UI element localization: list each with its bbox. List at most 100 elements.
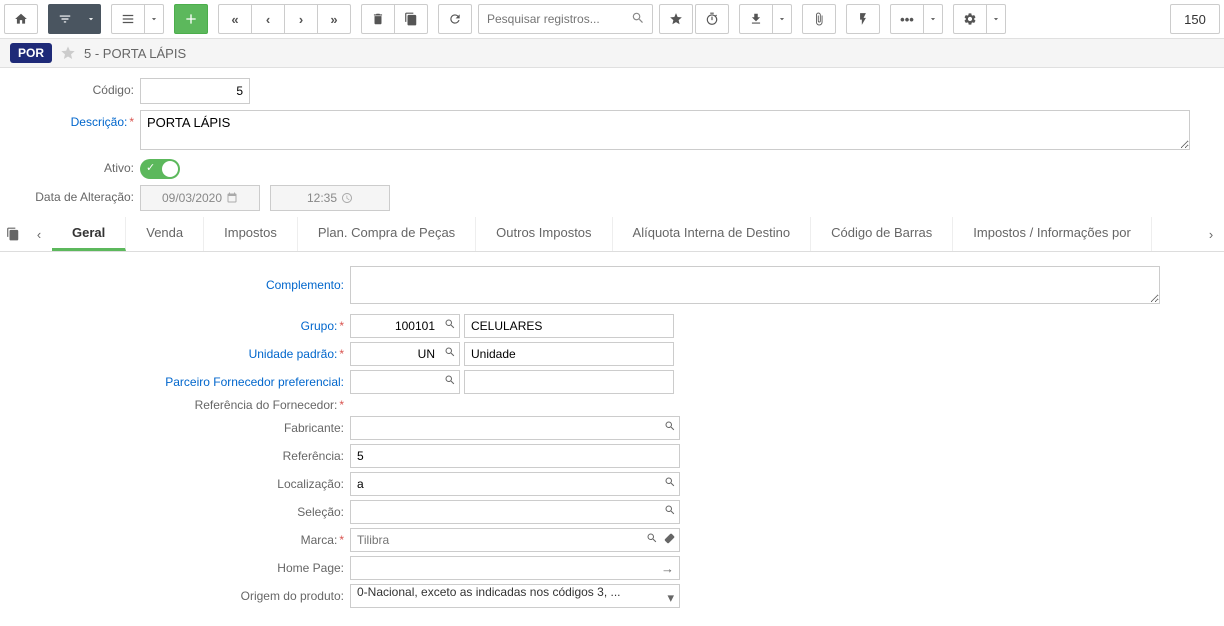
complemento-input[interactable] [350, 266, 1160, 304]
time-field: 12:35 [270, 185, 390, 211]
settings-dropdown[interactable] [986, 4, 1006, 34]
fabricante-label: Fabricante: [10, 421, 350, 435]
add-button[interactable] [174, 4, 208, 34]
tab-copy-button[interactable] [0, 218, 26, 250]
export-button[interactable] [739, 4, 773, 34]
localizacao-label: Localização: [10, 477, 350, 491]
origem-label: Origem do produto: [10, 589, 350, 603]
homepage-label: Home Page: [10, 561, 350, 575]
record-count: 150 [1170, 4, 1220, 34]
filter-dropdown[interactable] [81, 4, 101, 34]
referencia-label: Referência: [10, 449, 350, 463]
tab-geral[interactable]: Geral [52, 217, 126, 251]
double-chevron-left-icon: « [231, 12, 238, 27]
search-icon[interactable] [664, 504, 676, 516]
eraser-icon[interactable] [663, 532, 676, 545]
selecao-label: Seleção: [10, 505, 350, 519]
delete-button[interactable] [361, 4, 395, 34]
search-icon[interactable] [664, 476, 676, 488]
timer-icon [705, 12, 719, 26]
search-icon[interactable] [646, 532, 658, 544]
tab-aliquota[interactable]: Alíquota Interna de Destino [613, 217, 812, 251]
search-input[interactable] [478, 4, 653, 34]
tab-codigo-barras[interactable]: Código de Barras [811, 217, 953, 251]
trash-icon [371, 12, 385, 26]
list-icon [121, 12, 135, 26]
attach-button[interactable] [802, 4, 836, 34]
tab-impostos[interactable]: Impostos [204, 217, 298, 251]
chevron-down-icon [149, 14, 159, 24]
next-button[interactable]: › [284, 4, 318, 34]
ref-forn-label: Referência do Fornecedor:* [10, 398, 350, 412]
descricao-label[interactable]: Descrição:* [10, 110, 140, 129]
tabs-container: ‹ Geral Venda Impostos Plan. Compra de P… [0, 217, 1224, 252]
record-title: 5 - PORTA LÁPIS [84, 46, 186, 61]
favorite-toggle[interactable] [60, 45, 76, 61]
toolbar: « ‹ › » [0, 0, 1224, 39]
settings-button[interactable] [953, 4, 987, 34]
more-dropdown[interactable] [923, 4, 943, 34]
export-dropdown[interactable] [772, 4, 792, 34]
tab-plan-compra[interactable]: Plan. Compra de Peças [298, 217, 476, 251]
chevron-left-icon: ‹ [266, 12, 270, 27]
descricao-input[interactable]: PORTA LÁPIS [140, 110, 1190, 150]
prev-button[interactable]: ‹ [251, 4, 285, 34]
origem-select[interactable]: 0-Nacional, exceto as indicadas nos códi… [350, 584, 680, 608]
bolt-button[interactable] [846, 4, 880, 34]
tab-outros-impostos[interactable]: Outros Impostos [476, 217, 612, 251]
copy-button[interactable] [394, 4, 428, 34]
localizacao-input[interactable] [350, 472, 680, 496]
bolt-icon [856, 12, 870, 26]
codigo-label: Código: [10, 78, 140, 97]
parceiro-desc-input[interactable] [464, 370, 674, 394]
codigo-input[interactable] [140, 78, 250, 104]
unidade-label[interactable]: Unidade padrão:* [10, 347, 350, 361]
filter-icon [58, 12, 72, 26]
more-button[interactable]: ••• [890, 4, 924, 34]
ellipsis-icon: ••• [900, 12, 914, 27]
tab-content: Complemento: Grupo:* Unidade padrão:* Pa… [0, 252, 1224, 626]
date-field: 09/03/2020 [140, 185, 260, 211]
chevron-down-icon [86, 14, 96, 24]
header-bar: POR 5 - PORTA LÁPIS [0, 39, 1224, 68]
marca-label: Marca:* [10, 533, 350, 547]
ativo-label: Ativo: [10, 156, 140, 175]
timer-button[interactable] [695, 4, 729, 34]
list-button[interactable] [111, 4, 145, 34]
calendar-icon [226, 192, 238, 204]
referencia-input[interactable] [350, 444, 680, 468]
complemento-label[interactable]: Complemento: [10, 278, 350, 292]
plus-icon [183, 11, 199, 27]
home-icon [14, 12, 28, 26]
parceiro-label[interactable]: Parceiro Fornecedor preferencial: [10, 375, 350, 389]
chevron-right-icon: › [299, 12, 303, 27]
favorite-button[interactable] [659, 4, 693, 34]
search-icon[interactable] [444, 318, 456, 330]
search-icon[interactable] [444, 374, 456, 386]
search-icon[interactable] [444, 346, 456, 358]
tab-impostos-info[interactable]: Impostos / Informações por [953, 217, 1152, 251]
refresh-button[interactable] [438, 4, 472, 34]
tab-scroll-left[interactable]: ‹ [26, 218, 52, 250]
search-icon[interactable] [664, 420, 676, 432]
selecao-input[interactable] [350, 500, 680, 524]
tab-scroll-right[interactable]: › [1198, 218, 1224, 250]
unidade-desc-input[interactable] [464, 342, 674, 366]
filter-button[interactable] [48, 4, 82, 34]
grupo-desc-input[interactable] [464, 314, 674, 338]
clock-icon [341, 192, 353, 204]
chevron-down-icon [777, 14, 787, 24]
marca-input[interactable] [350, 528, 680, 552]
last-button[interactable]: » [317, 4, 351, 34]
ativo-toggle[interactable] [140, 159, 180, 179]
search-icon[interactable] [631, 11, 645, 25]
arrow-right-icon[interactable]: → [661, 561, 674, 576]
grupo-label[interactable]: Grupo:* [10, 319, 350, 333]
list-dropdown[interactable] [144, 4, 164, 34]
home-button[interactable] [4, 4, 38, 34]
tab-venda[interactable]: Venda [126, 217, 204, 251]
fabricante-input[interactable] [350, 416, 680, 440]
copy-icon [404, 12, 418, 26]
first-button[interactable]: « [218, 4, 252, 34]
homepage-input[interactable] [350, 556, 680, 580]
